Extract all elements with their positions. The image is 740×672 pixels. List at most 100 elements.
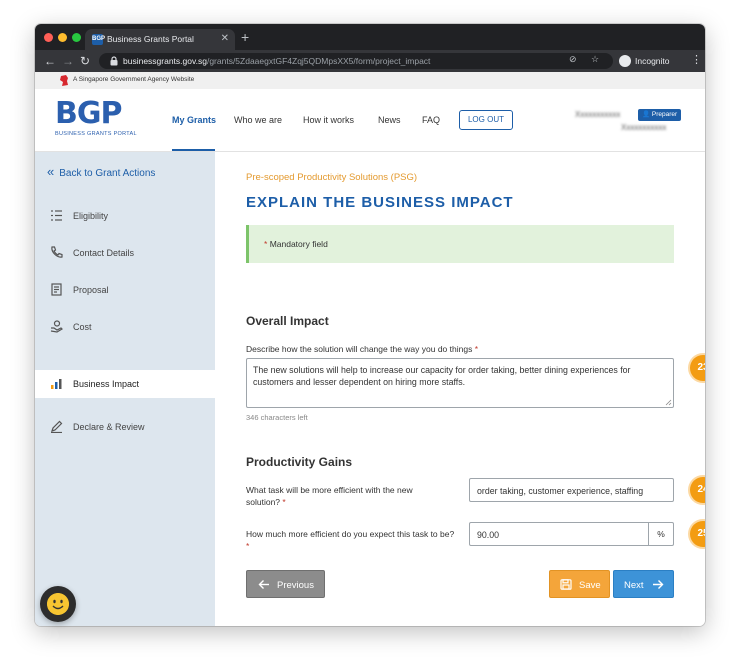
list-icon xyxy=(51,210,62,221)
required-star: * xyxy=(474,344,479,354)
arrow-left-icon xyxy=(258,580,269,589)
sidebar-item-eligibility[interactable]: Eligibility xyxy=(35,202,215,230)
next-label: Next xyxy=(624,580,644,591)
document-icon xyxy=(51,283,62,296)
mandatory-label: Mandatory field xyxy=(269,239,328,249)
main-content: Pre-scoped Productivity Solutions (PSG) … xyxy=(215,152,705,626)
percent-suffix: % xyxy=(648,523,673,545)
char-count: 346 characters left xyxy=(246,413,308,422)
eye-off-icon[interactable]: ⊘ xyxy=(569,54,577,65)
arrow-right-icon xyxy=(653,580,664,589)
task-efficient-label-text: What task will be more efficient with th… xyxy=(246,485,413,507)
step-badge-24: 24 xyxy=(690,477,705,503)
sidebar-item-contact-details[interactable]: Contact Details xyxy=(35,239,215,267)
url-path: /grants/5ZdaaegxtGF4Zqj5QDMpsXX5/form/pr… xyxy=(206,56,431,66)
efficiency-percent-value: 90.00 xyxy=(477,530,500,540)
browser-toolbar: ← → ↻ businessgrants.gov.sg/grants/5Zdaa… xyxy=(35,50,705,72)
tab-strip: BGP Business Grants Portal ✕ + xyxy=(35,24,705,50)
url-host: businessgrants.gov.sg xyxy=(123,56,207,66)
back-link-label: Back to Grant Actions xyxy=(59,168,156,179)
phone-icon xyxy=(51,246,63,258)
minimize-window-button[interactable] xyxy=(58,33,67,42)
role-badge: 👤 Preparer xyxy=(638,109,682,121)
pen-icon xyxy=(51,420,63,433)
sidebar-item-business-impact[interactable]: Business Impact xyxy=(35,370,215,398)
logo-subtitle: BUSINESS GRANTS PORTAL xyxy=(55,131,137,137)
sidebar-item-label: Proposal xyxy=(73,285,109,295)
incognito-icon xyxy=(619,55,631,67)
user-name: Xxxxxxxxxxx xyxy=(575,110,621,119)
role-badge-label: Preparer xyxy=(651,111,678,118)
productivity-gains-title: Productivity Gains xyxy=(246,455,353,469)
address-bar[interactable]: businessgrants.gov.sg/grants/5ZdaaegxtGF… xyxy=(99,53,613,69)
sidebar-item-label: Contact Details xyxy=(73,248,135,258)
forward-arrow-icon[interactable]: → xyxy=(62,53,74,69)
double-chevron-left-icon: « xyxy=(47,164,55,179)
maximize-window-button[interactable] xyxy=(72,33,81,42)
lock-icon xyxy=(110,56,118,66)
logo-mark: BGP xyxy=(55,96,122,131)
efficiency-percent-label: How much more efficient do you expect th… xyxy=(246,528,456,552)
browser-tab[interactable]: BGP Business Grants Portal ✕ xyxy=(85,29,235,50)
bgp-logo[interactable]: BGP BUSINESS GRANTS PORTAL xyxy=(55,96,137,138)
previous-button[interactable]: Previous xyxy=(246,570,325,598)
url-text: businessgrants.gov.sg/grants/5ZdaaegxtGF… xyxy=(123,56,430,66)
gov-banner: A Singapore Government Agency Website xyxy=(35,72,705,89)
task-efficient-value: order taking, customer experience, staff… xyxy=(477,486,644,496)
reload-icon[interactable]: ↻ xyxy=(80,53,90,69)
logout-button[interactable]: LOG OUT xyxy=(459,110,513,130)
bar-chart-icon xyxy=(51,379,62,389)
save-button[interactable]: Save xyxy=(549,570,610,598)
overall-impact-label: Describe how the solution will change th… xyxy=(246,343,478,355)
tab-title: Business Grants Portal xyxy=(107,34,194,44)
sidebar-item-proposal[interactable]: Proposal xyxy=(35,276,215,304)
mandatory-text: * Mandatory field xyxy=(264,239,328,249)
required-star: * xyxy=(246,541,250,551)
back-to-grant-actions-link[interactable]: « Back to Grant Actions xyxy=(47,164,156,179)
new-tab-icon[interactable]: + xyxy=(241,29,249,45)
sidebar: « Back to Grant Actions Eligibility Conta… xyxy=(35,152,215,626)
star-icon[interactable]: ☆ xyxy=(591,54,599,65)
grant-type-label: Pre-scoped Productivity Solutions (PSG) xyxy=(246,172,418,183)
nav-active-underline xyxy=(172,149,215,151)
overall-impact-value: The new solutions will help to increase … xyxy=(253,365,631,387)
incognito-label: Incognito xyxy=(635,56,670,66)
kebab-menu-icon[interactable]: ⋮ xyxy=(691,53,702,66)
site-header: BGP BUSINESS GRANTS PORTAL My Grants Who… xyxy=(35,89,705,152)
nav-how-it-works[interactable]: How it works xyxy=(303,115,354,125)
required-star: * xyxy=(264,239,268,249)
user-icon: 👤 xyxy=(642,111,652,118)
overall-impact-textarea[interactable]: The new solutions will help to increase … xyxy=(246,358,674,408)
step-badge-25: 25 xyxy=(690,521,705,547)
step-badge-23: 23 xyxy=(690,355,705,381)
next-button[interactable]: Next xyxy=(613,570,674,598)
close-tab-icon[interactable]: ✕ xyxy=(221,33,229,44)
sidebar-item-cost[interactable]: Cost xyxy=(35,313,215,341)
chat-widget-button[interactable] xyxy=(40,586,76,622)
nav-faq[interactable]: FAQ xyxy=(422,115,440,125)
resize-handle-icon[interactable] xyxy=(665,399,672,406)
back-arrow-icon[interactable]: ← xyxy=(44,53,56,69)
page-title: EXPLAIN THE BUSINESS IMPACT xyxy=(246,194,514,211)
sidebar-item-label: Business Impact xyxy=(73,379,140,389)
nav-my-grants[interactable]: My Grants xyxy=(172,115,216,125)
efficiency-percent-label-text: How much more efficient do you expect th… xyxy=(246,529,455,539)
nav-news[interactable]: News xyxy=(378,115,401,125)
sidebar-item-label: Declare & Review xyxy=(73,422,145,432)
close-window-button[interactable] xyxy=(44,33,53,42)
user-org: Xxxxxxxxxxx xyxy=(621,123,667,132)
efficiency-percent-input[interactable]: 90.00 % xyxy=(469,522,674,546)
sidebar-item-declare-review[interactable]: Declare & Review xyxy=(35,413,215,441)
save-label: Save xyxy=(579,580,601,591)
task-efficient-input[interactable]: order taking, customer experience, staff… xyxy=(469,478,674,502)
task-efficient-label: What task will be more efficient with th… xyxy=(246,484,446,508)
sidebar-item-label: Eligibility xyxy=(73,211,109,221)
previous-label: Previous xyxy=(277,580,314,591)
browser-window: BGP Business Grants Portal ✕ + ← → ↻ bus… xyxy=(35,24,705,626)
sidebar-item-label: Cost xyxy=(73,322,92,332)
overall-impact-label-text: Describe how the solution will change th… xyxy=(246,344,473,354)
save-icon xyxy=(560,579,572,590)
nav-who-we-are[interactable]: Who we are xyxy=(234,115,282,125)
mandatory-notice: * Mandatory field xyxy=(246,225,674,263)
lion-head-icon xyxy=(60,75,68,86)
